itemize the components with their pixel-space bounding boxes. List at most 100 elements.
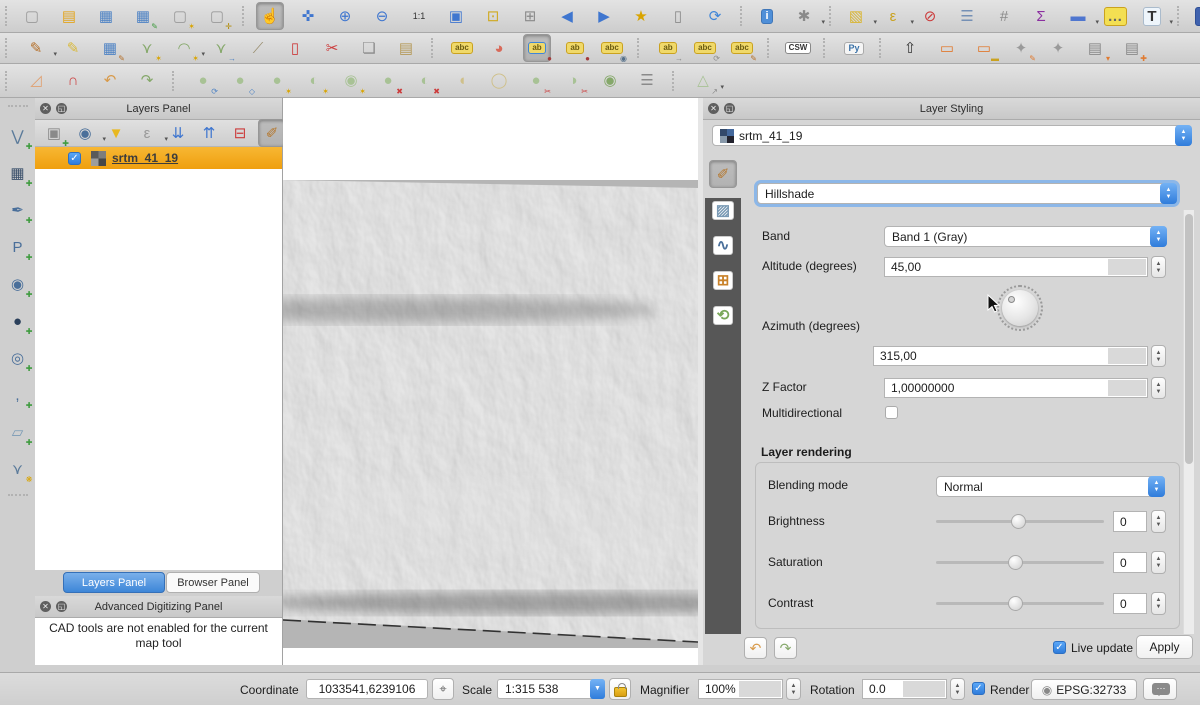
scale-lock-button[interactable] <box>609 678 631 700</box>
delete-part-icon[interactable]: ◐✖ <box>412 68 438 94</box>
detach-icon[interactable]: ◱ <box>56 103 67 114</box>
split-parts-icon[interactable]: ◑✂ <box>560 68 586 94</box>
band-combo[interactable]: Band 1 (Gray) ▲▼ <box>884 226 1167 247</box>
copy-style-wand-icon[interactable]: ✦✎ <box>1008 35 1034 61</box>
contrast-slider-handle[interactable] <box>1008 596 1023 611</box>
saturation-stepper[interactable]: ▲▼ <box>1151 551 1166 574</box>
add-vector-layer-icon[interactable]: ⋁✚ <box>5 123 31 149</box>
select-by-expression-icon[interactable]: ε▾ <box>880 3 906 29</box>
layer-visibility-icon[interactable]: ◉▾ <box>72 120 98 146</box>
move-feature-icon[interactable]: ⋎→ <box>208 35 234 61</box>
renderer-combo[interactable]: Hillshade ▲▼ <box>757 183 1177 204</box>
magnifier-stepper[interactable]: ▲▼ <box>786 678 801 700</box>
label-rotate-icon[interactable]: abc⟳ <box>692 35 718 61</box>
new-geopackage-layer-icon[interactable]: ⋎❋▾ <box>5 456 31 482</box>
pan-to-selection-icon[interactable]: ✜ <box>295 3 321 29</box>
altitude-field[interactable]: 45,00 <box>884 257 1148 277</box>
delete-selected-icon[interactable]: ▯ <box>282 35 308 61</box>
add-part-icon[interactable]: ◐✶ <box>301 68 327 94</box>
labeling-options-icon[interactable]: abc <box>449 35 475 61</box>
combo-spinner-icon[interactable]: ▲▼ <box>1160 183 1177 204</box>
altitude-stepper[interactable]: ▲▼ <box>1151 256 1166 278</box>
transparency-tab[interactable]: ▨ <box>710 197 736 223</box>
fill-ring-icon[interactable]: ◉✶ <box>338 68 364 94</box>
label-color-icon[interactable]: ◕ <box>486 35 512 61</box>
live-update-checkbox[interactable] <box>1053 641 1066 654</box>
run-feature-action-icon[interactable]: ✱▾ <box>791 3 817 29</box>
zfactor-field[interactable]: 1,00000000 <box>884 378 1148 398</box>
cut-features-icon[interactable]: ✂ <box>319 35 345 61</box>
tab-browser-panel[interactable]: Browser Panel <box>166 572 260 593</box>
copy-features-icon[interactable]: ❏ <box>356 35 382 61</box>
paste-features-icon[interactable]: ▤ <box>393 35 419 61</box>
zoom-full-icon[interactable]: ▣ <box>443 3 469 29</box>
merge-attributes-icon[interactable]: ☰ <box>634 68 660 94</box>
label-pin-icon[interactable]: ab● <box>562 35 588 61</box>
brightness-field[interactable]: 0 <box>1113 511 1147 532</box>
add-group-icon[interactable]: ▣✚ <box>41 120 67 146</box>
dropdown-arrow-icon[interactable]: ▾ <box>1095 18 1099 26</box>
zoom-next-icon[interactable]: ▶ <box>591 3 617 29</box>
show-bookmarks-icon[interactable]: ▯ <box>665 3 691 29</box>
python-console-icon[interactable]: Py <box>841 35 867 61</box>
scale-combo[interactable]: 1:315 538 ▼ <box>497 679 605 699</box>
blending-combo[interactable]: Normal ▲▼ <box>936 476 1165 497</box>
dropdown-arrow-icon[interactable]: ▾ <box>910 18 914 26</box>
redo-icon[interactable]: ↷ <box>134 68 160 94</box>
pyramids-tab[interactable]: ⊞ <box>710 267 736 293</box>
brightness-stepper[interactable]: ▲▼ <box>1151 510 1166 533</box>
rotate-feature-icon[interactable]: ●⟳ <box>190 68 216 94</box>
label-current-icon[interactable]: ab● <box>523 34 551 62</box>
check-geometries-icon[interactable]: △↗▾ <box>690 68 716 94</box>
layer-selector-combo[interactable]: srtm_41_19 ▲▼ <box>712 125 1192 146</box>
layer-row-srtm_41_19[interactable]: srtm_41_19 <box>35 147 282 169</box>
zoom-last-icon[interactable]: ◀ <box>554 3 580 29</box>
layer-styling-toggle-icon[interactable]: ✐ <box>258 119 286 147</box>
add-postgis-layer-icon[interactable]: P✚▾ <box>5 234 31 260</box>
save-layer-definition-icon[interactable]: ▤▾ <box>1082 35 1108 61</box>
add-layer-definition-icon[interactable]: ▤✚ <box>1119 35 1145 61</box>
dropdown-arrow-icon[interactable]: ▼ <box>590 679 605 699</box>
azimuth-stepper[interactable]: ▲▼ <box>1151 345 1166 367</box>
deselect-all-icon[interactable]: ⊘ <box>917 3 943 29</box>
add-wfs-layer-icon[interactable]: ◎✚▾ <box>5 345 31 371</box>
add-spatialite-layer-icon[interactable]: ,✚ <box>5 382 31 408</box>
render-checkbox[interactable] <box>972 682 985 695</box>
text-annotation-icon[interactable]: T▾ <box>1139 3 1165 29</box>
set-extent-icon[interactable]: ▭ <box>934 35 960 61</box>
snapping-options-icon[interactable]: ∩ <box>60 68 86 94</box>
zoom-native-icon[interactable]: 1:1 <box>406 3 432 29</box>
add-delimited-text-icon[interactable]: ✒✚ <box>5 197 31 223</box>
layers-list-area[interactable] <box>35 169 282 570</box>
save-project-icon[interactable]: ▦ <box>93 3 119 29</box>
styling-scrollbar[interactable] <box>1183 210 1194 634</box>
detach-icon[interactable]: ◱ <box>724 103 735 114</box>
label-visibility-icon[interactable]: abc◉ <box>599 35 625 61</box>
remove-layer-icon[interactable]: ⊟ <box>227 120 253 146</box>
current-edits-icon[interactable]: ✎▾ <box>23 35 49 61</box>
saturation-field[interactable]: 0 <box>1113 552 1147 573</box>
composer-manager-icon[interactable]: ▢✛ <box>204 3 230 29</box>
simplify-feature-icon[interactable]: ●◇ <box>227 68 253 94</box>
multidirectional-checkbox[interactable] <box>885 406 898 419</box>
coordinate-input[interactable]: 1033541,6239106 <box>306 679 428 699</box>
apply-button[interactable]: Apply <box>1136 635 1193 659</box>
rotation-stepper[interactable]: ▲▼ <box>950 678 965 700</box>
merge-features-icon[interactable]: ◉ <box>597 68 623 94</box>
tab-layers-panel[interactable]: Layers Panel <box>63 572 165 593</box>
coordinate-capture-button[interactable]: ⌖ <box>432 678 454 700</box>
new-shapefile-layer-icon[interactable]: ▱✚ <box>5 419 31 445</box>
contrast-stepper[interactable]: ▲▼ <box>1151 592 1166 615</box>
new-composer-icon[interactable]: ▢✶ <box>167 3 193 29</box>
zfactor-stepper[interactable]: ▲▼ <box>1151 377 1166 399</box>
dropdown-arrow-icon[interactable]: ▾ <box>873 18 877 26</box>
zoom-to-selection-icon[interactable]: ⊡ <box>480 3 506 29</box>
north-arrow-icon[interactable]: ⇧ <box>897 35 923 61</box>
dropdown-arrow-icon[interactable]: ▾ <box>53 50 57 58</box>
expand-all-icon[interactable]: ⇊ <box>165 120 191 146</box>
label-move-icon[interactable]: ab→ <box>655 35 681 61</box>
cad-tools-icon[interactable]: ◿ <box>23 68 49 94</box>
contrast-field[interactable]: 0 <box>1113 593 1147 614</box>
dropdown-arrow-icon[interactable]: ▾ <box>1169 18 1173 26</box>
crs-status-button[interactable]: ◉ EPSG:32733 <box>1031 679 1137 700</box>
